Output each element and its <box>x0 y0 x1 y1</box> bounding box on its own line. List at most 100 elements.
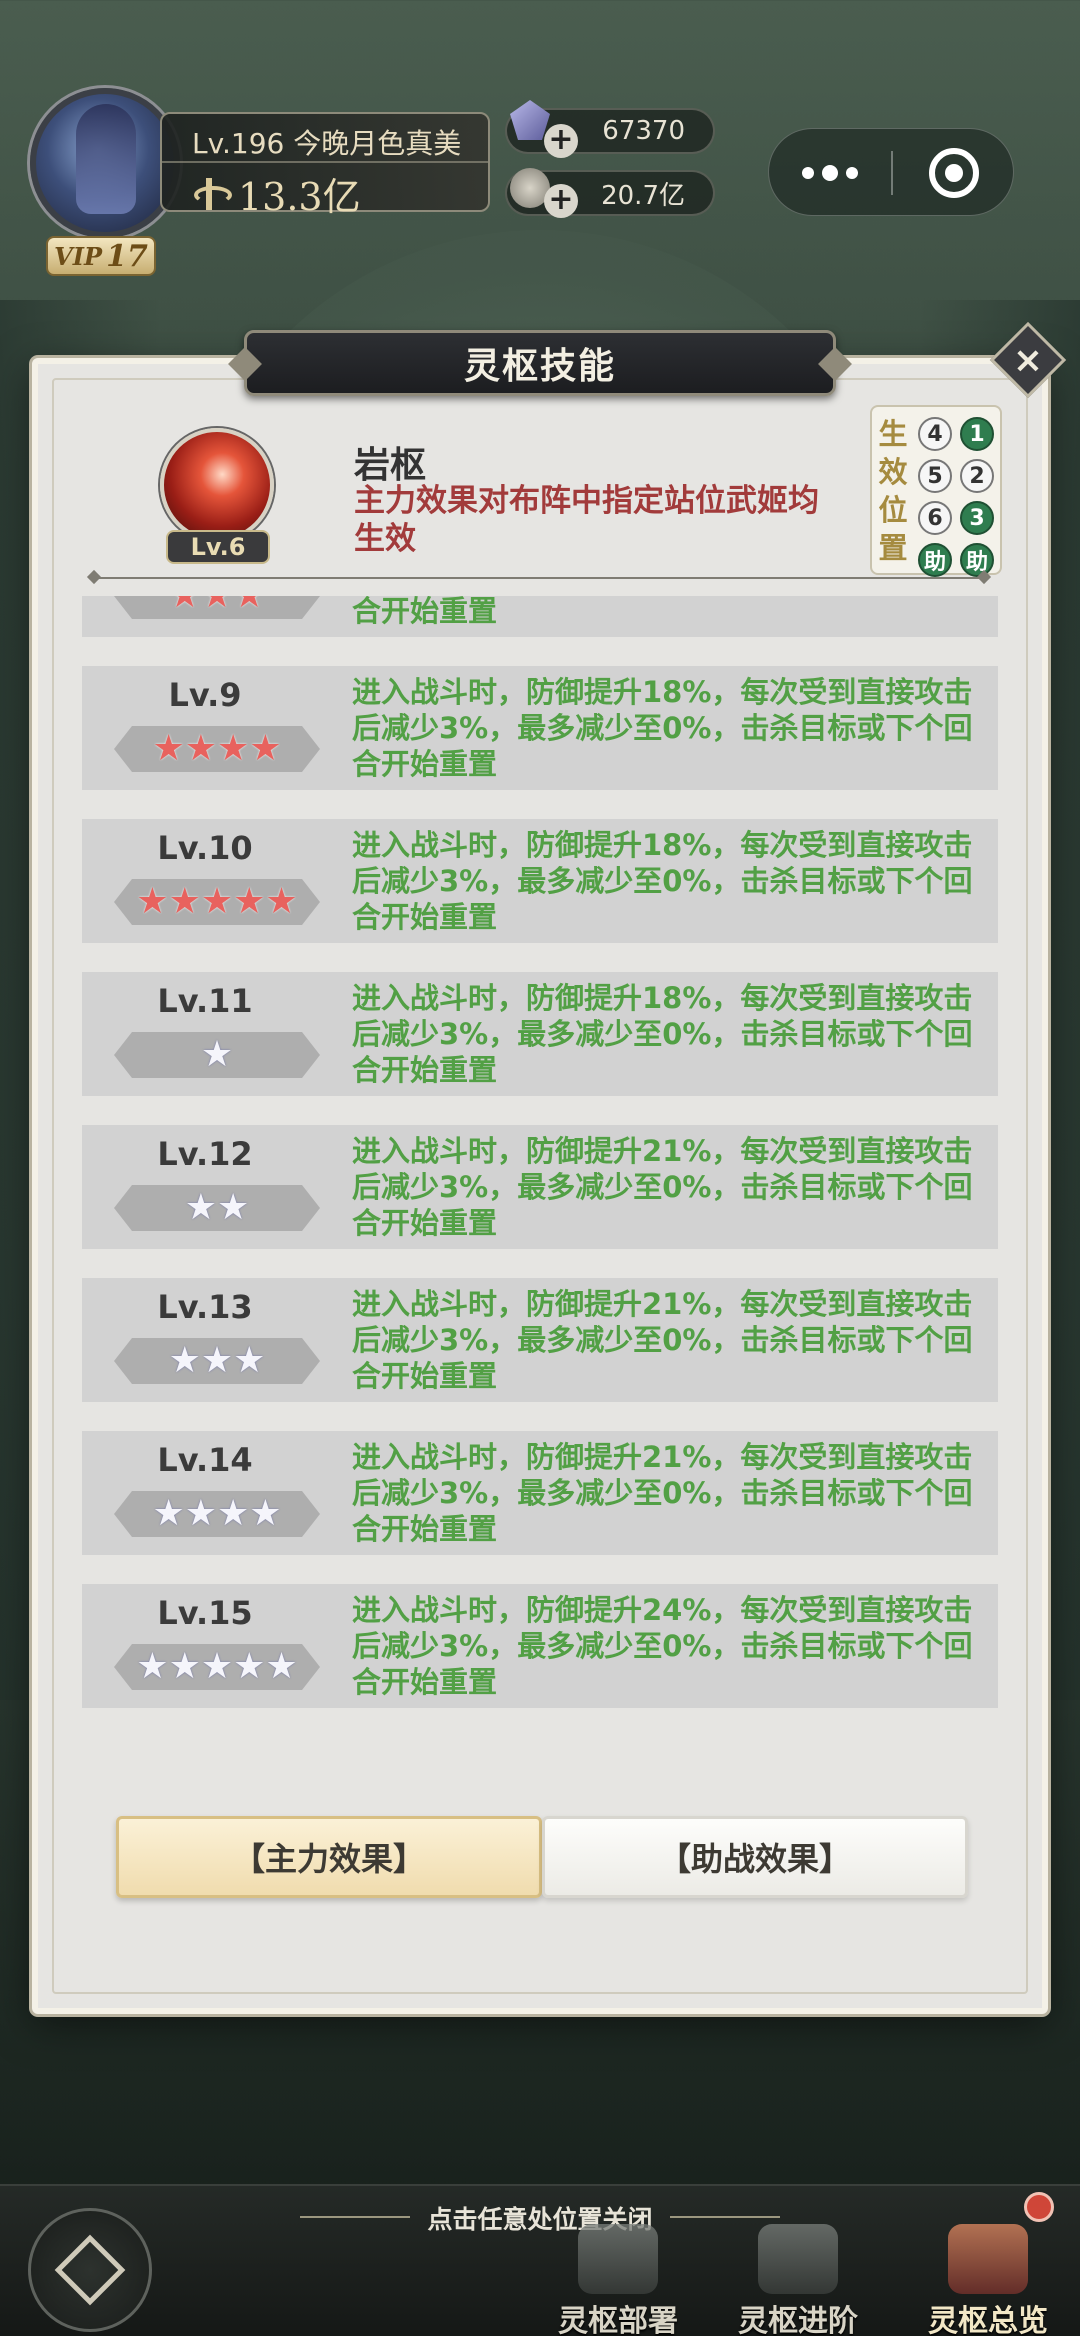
star-rating: ★ ★ ★ ★ ★ <box>114 879 320 925</box>
level-label: Lv.14 <box>157 1441 253 1479</box>
tab-assist-effect[interactable]: 【助战效果】 <box>542 1816 968 1898</box>
vip-badge[interactable]: VIP 17 <box>46 236 156 276</box>
vip-label: VIP <box>54 241 103 271</box>
vip-level: 17 <box>106 238 148 274</box>
star-rating: ★ ★ ★ ★ <box>114 1491 320 1537</box>
star-icon: ★ <box>169 596 201 616</box>
star-icon: ★ <box>217 1493 250 1534</box>
star-icon: ★ <box>265 1646 298 1687</box>
combat-power-value: 13.3亿 <box>238 175 361 219</box>
nav-label: 灵枢进阶 <box>738 2304 858 2336</box>
level-effect-text: 进入战斗时，防御提升18%，每次受到直接攻击后减少3%，最多减少至0%，击杀目标… <box>352 981 973 1087</box>
position-grid: 415263助助 <box>918 417 994 577</box>
star-icon: ★ <box>168 881 201 922</box>
level-row: Lv.8★★★进入战斗时，防御提升15%，每次受到直接攻击后减少3%，最多减少至… <box>82 596 998 637</box>
more-dot-icon <box>802 167 814 179</box>
nav-overview[interactable]: 灵枢总览 <box>908 2224 1068 2336</box>
position-cell: 6 <box>918 501 952 535</box>
target-icon <box>929 148 979 198</box>
level-label: Lv.11 <box>157 982 253 1020</box>
level-label: Lv.10 <box>157 829 253 867</box>
level-effect-text: 进入战斗时，防御提升21%，每次受到直接攻击后减少3%，最多减少至0%，击杀目标… <box>352 1287 973 1393</box>
level-row: Lv.12 ★ ★ 进入战斗时，防御提升21%，每次受到直接攻击后减少3%，最多减少至… <box>82 1125 998 1249</box>
add-crystal-button[interactable]: + <box>544 124 578 158</box>
star-icon: ★ <box>265 881 298 922</box>
star-icon: ★ <box>152 1493 185 1534</box>
coin-value: 20.7亿 <box>601 180 685 211</box>
level-row: Lv.9 ★ ★ ★ ★ 进入战斗时，防御提升18%，每次受到直接攻击后减少3%，最多减少… <box>82 666 998 790</box>
star-icon: ★ <box>168 1646 201 1687</box>
mini-program-capsule <box>768 128 1014 216</box>
more-button[interactable] <box>769 129 891 217</box>
exit-button[interactable] <box>893 129 1015 217</box>
level-effect-text: 进入战斗时，防御提升18%，每次受到直接攻击后减少3%，最多减少至0%，击杀目标… <box>352 675 973 781</box>
star-icon: ★ <box>152 728 185 769</box>
skill-description: 主力效果对布阵中指定站位武姬均生效 <box>354 483 819 557</box>
back-icon <box>54 2234 126 2306</box>
close-button[interactable]: × <box>989 321 1067 399</box>
level-row: Lv.14 ★ ★ ★ ★ 进入战斗时，防御提升21%，每次受到直接攻击后减少3%，最多减… <box>82 1431 998 1555</box>
back-button[interactable] <box>28 2208 152 2332</box>
level-label: Lv.15 <box>157 1594 253 1632</box>
notification-dot <box>1024 2192 1054 2222</box>
player-info-bar[interactable]: Lv.196 今晚月色真美 13.3亿 <box>160 112 490 219</box>
position-label-char: 置 <box>878 531 908 565</box>
more-dot-icon <box>846 167 858 179</box>
combat-power: 13.3亿 <box>192 166 361 221</box>
header-divider <box>94 577 984 579</box>
star-icon: ★ <box>184 1187 217 1228</box>
level-row: Lv.13 ★ ★ ★ 进入战斗时，防御提升21%，每次受到直接攻击后减少3%，最多减少… <box>82 1278 998 1402</box>
level-effect-text: 进入战斗时，防御提升15%，每次受到直接攻击后减少3%，最多减少至0%，击杀目标… <box>352 596 498 628</box>
level-list[interactable]: Lv.8★★★进入战斗时，防御提升15%，每次受到直接攻击后减少3%，最多减少至… <box>82 596 998 1720</box>
star-rating: ★ ★ <box>114 1185 320 1231</box>
player-avatar[interactable] <box>30 88 180 238</box>
power-icon <box>192 176 232 212</box>
player-level-name: Lv.196 今晚月色真美 <box>192 127 462 160</box>
level-effect-text: 进入战斗时，防御提升18%，每次受到直接攻击后减少3%，最多减少至0%，击杀目标… <box>352 828 973 934</box>
level-effect-text: 进入战斗时，防御提升21%，每次受到直接攻击后减少3%，最多减少至0%，击杀目标… <box>352 1134 973 1240</box>
tab-main-effect[interactable]: 【主力效果】 <box>116 1816 542 1898</box>
position-cell: 3 <box>960 501 994 535</box>
nav-advance[interactable]: 灵枢进阶 <box>718 2224 878 2336</box>
star-rating: ★ <box>114 1032 320 1078</box>
level-row: Lv.15 ★ ★ ★ ★ ★ 进入战斗时，防御提升24%，每次受到直接攻击后减少3%，最多… <box>82 1584 998 1708</box>
nav-label: 灵枢总览 <box>928 2304 1048 2336</box>
star-rating: ★★★ <box>114 596 320 619</box>
star-icon: ★ <box>184 728 217 769</box>
star-icon: ★ <box>200 1340 234 1381</box>
position-label-char: 位 <box>878 493 908 527</box>
position-label-char: 效 <box>878 455 908 489</box>
deploy-icon <box>578 2224 658 2294</box>
star-rating: ★ ★ ★ ★ <box>114 726 320 772</box>
star-icon: ★ <box>233 881 266 922</box>
level-effect-text: 进入战斗时，防御提升24%，每次受到直接攻击后减少3%，最多减少至0%，击杀目标… <box>352 1593 973 1699</box>
star-rating: ★ ★ ★ ★ ★ <box>114 1644 320 1690</box>
level-row: Lv.11 ★ 进入战斗时，防御提升18%，每次受到直接攻击后减少3%，最多减少至0… <box>82 972 998 1096</box>
more-dot-icon <box>822 165 838 181</box>
crystal-value: 67370 <box>602 116 685 146</box>
star-icon: ★ <box>200 1646 234 1687</box>
star-icon: ★ <box>233 1646 266 1687</box>
advance-icon <box>758 2224 838 2294</box>
effective-position-panel: 生 效 位 置 415263助助 <box>870 405 1002 577</box>
position-cell: 2 <box>960 459 994 493</box>
target-dot <box>945 164 963 182</box>
star-icon: ★ <box>136 1646 169 1687</box>
star-icon: ★ <box>201 596 233 616</box>
position-cell: 4 <box>918 417 952 451</box>
level-label: Lv.12 <box>157 1135 253 1173</box>
nav-deploy[interactable]: 灵枢部署 <box>538 2224 698 2336</box>
star-icon: ★ <box>200 1034 234 1075</box>
position-cell: 1 <box>960 417 994 451</box>
add-coin-button[interactable]: + <box>544 184 578 218</box>
position-label: 生 效 位 置 <box>878 415 908 567</box>
skill-icon <box>160 428 274 542</box>
position-cell: 助 <box>918 543 952 577</box>
position-label-char: 生 <box>878 417 908 451</box>
star-rating: ★★★ <box>114 1338 320 1384</box>
level-label: Lv.13 <box>157 1288 253 1326</box>
star-icon: ★ <box>233 596 265 616</box>
star-icon: ★ <box>184 1493 217 1534</box>
star-icon: ★ <box>136 881 169 922</box>
position-cell: 5 <box>918 459 952 493</box>
